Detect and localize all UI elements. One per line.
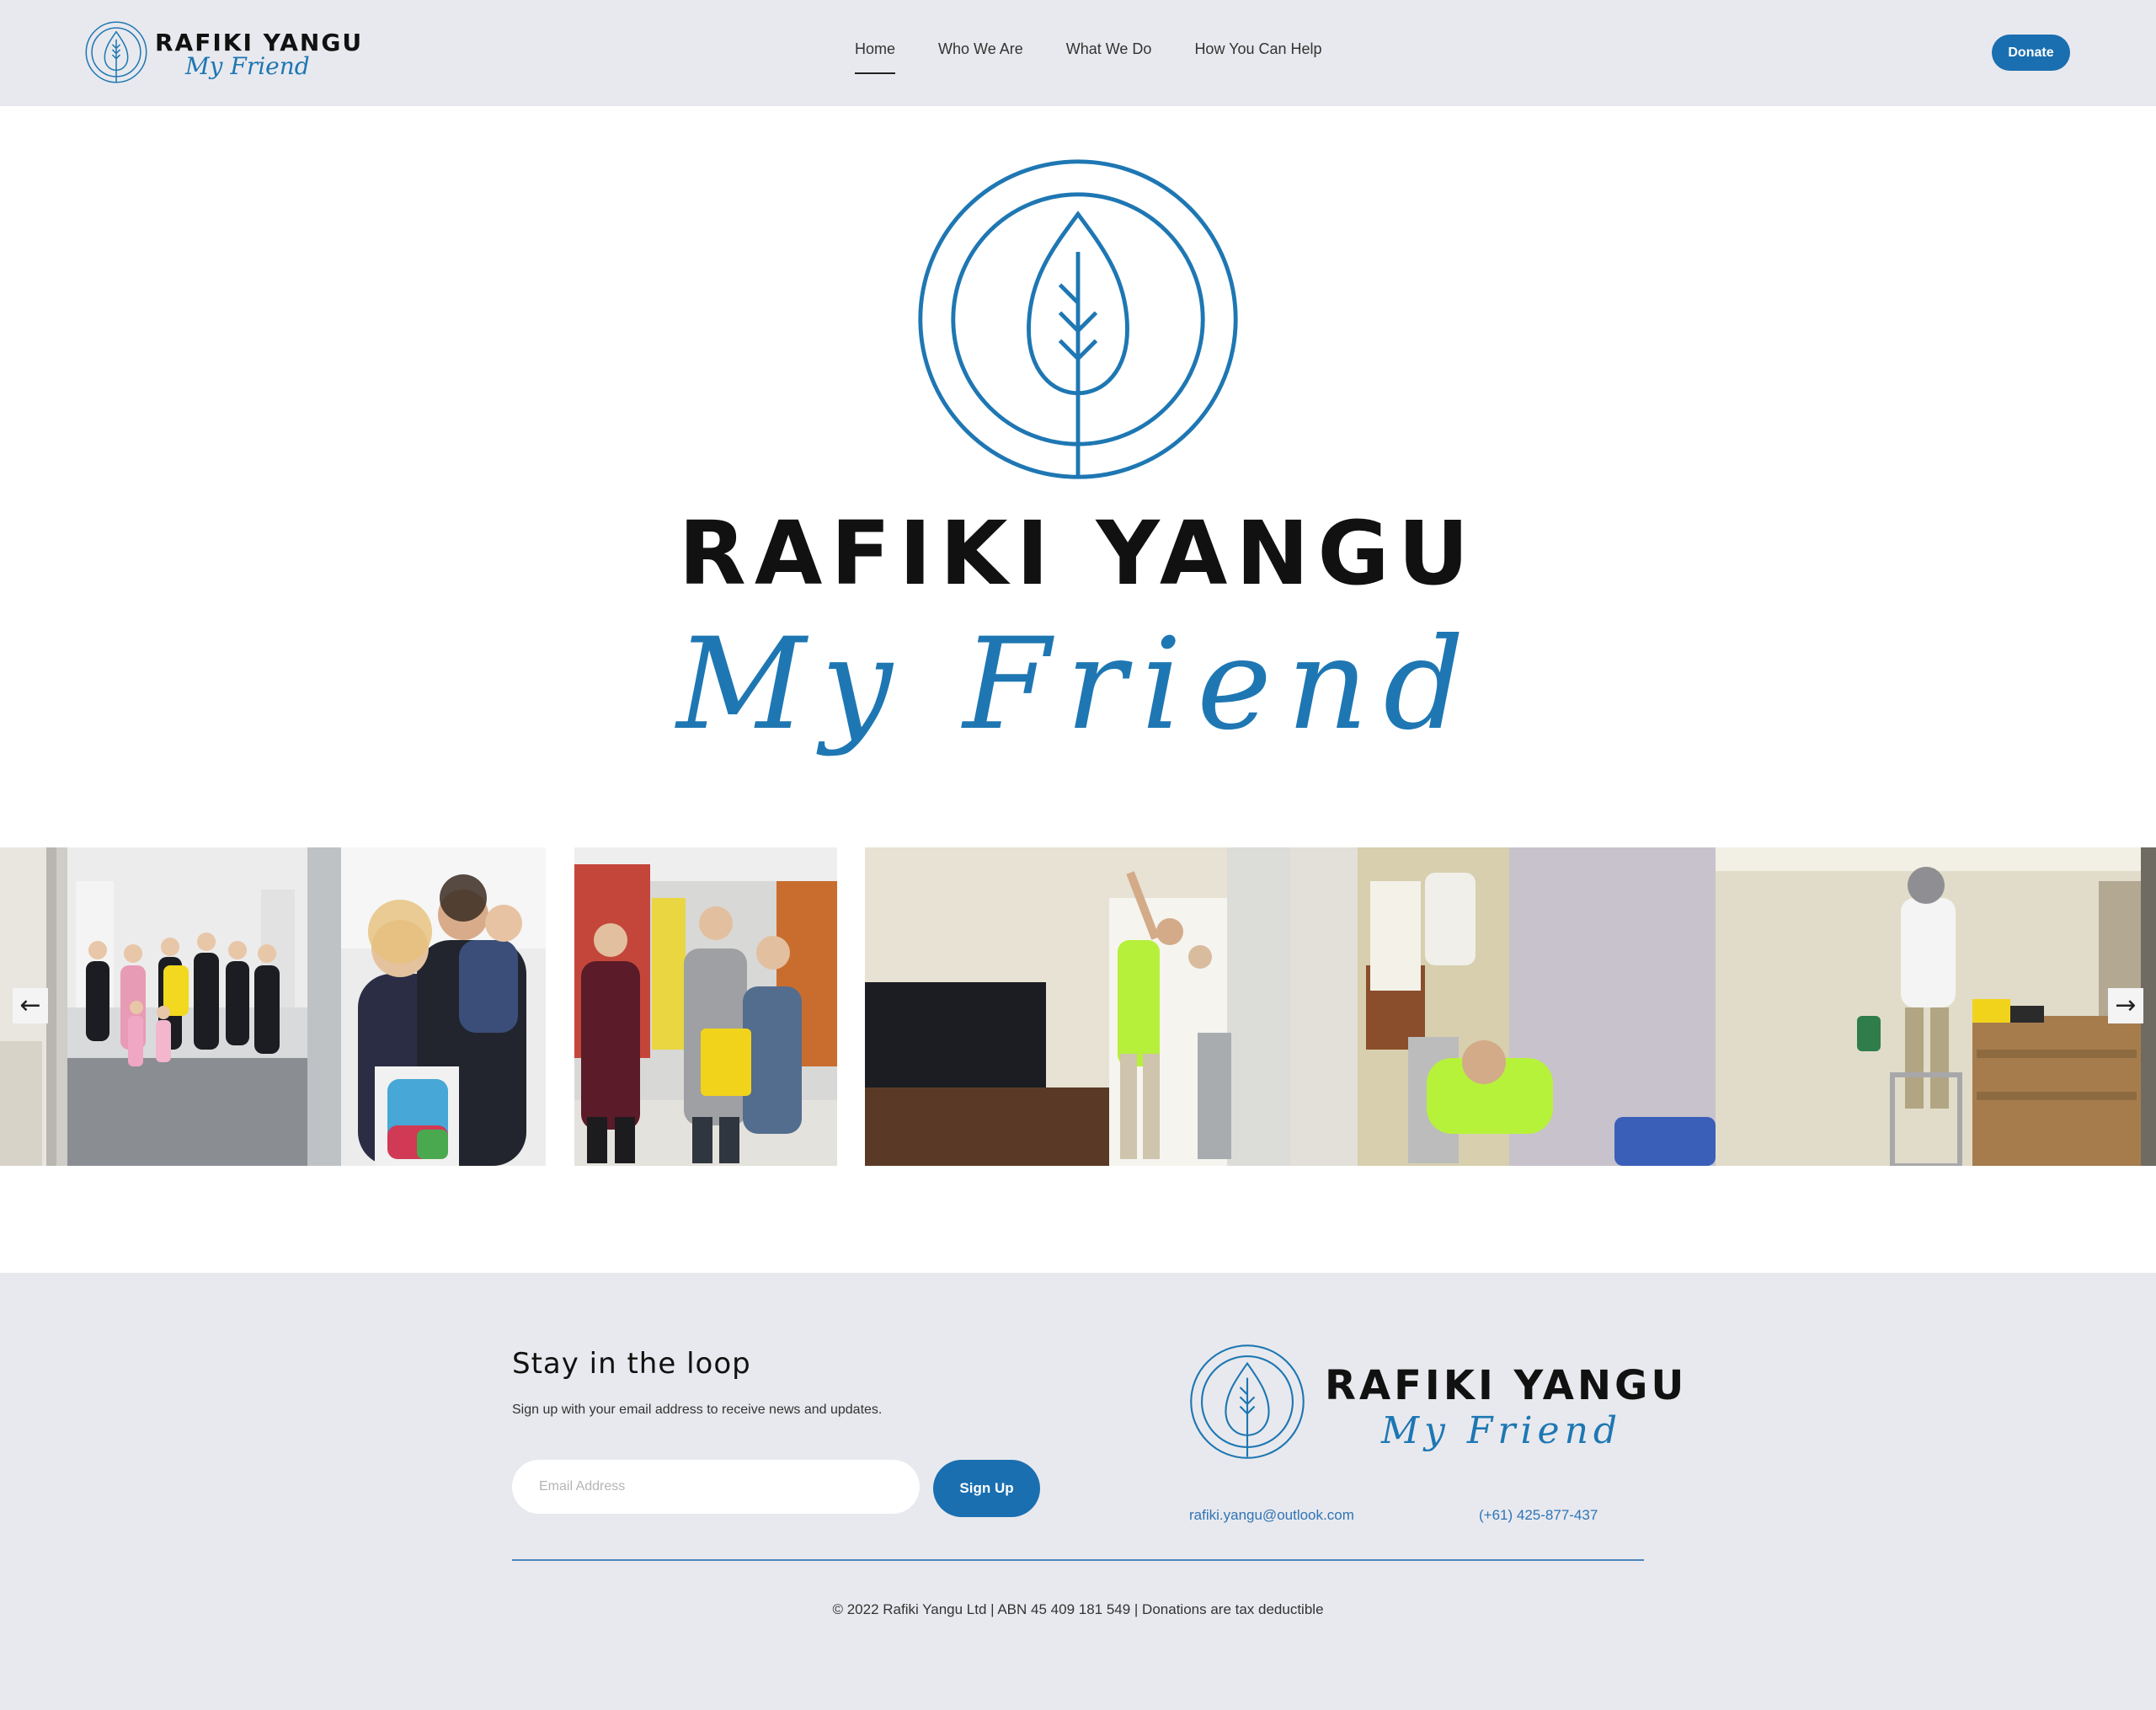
site-header: RAFIKI YANGU My Friend Home Who We Are W… — [0, 0, 2156, 106]
email-input[interactable] — [512, 1460, 920, 1514]
main-nav: Home Who We Are What We Do How You Can H… — [855, 40, 1365, 74]
nav-who-we-are[interactable]: Who We Are — [938, 40, 1023, 74]
hero-section: RAFIKI YANGU My Friend — [0, 106, 2156, 847]
signup-button[interactable]: Sign Up — [933, 1460, 1040, 1517]
hero-brand-text: RAFIKI YANGU — [678, 502, 1478, 605]
hero-script-text: My Friend — [676, 612, 1480, 758]
gallery-prev-arrow-icon[interactable]: ← — [13, 988, 48, 1023]
nav-what-we-do[interactable]: What We Do — [1066, 40, 1152, 74]
gallery-photo[interactable] — [865, 847, 1290, 1166]
nav-how-you-can-help[interactable]: How You Can Help — [1194, 40, 1321, 74]
photo-gallery — [0, 847, 2156, 1166]
newsletter-title: Stay in the loop — [512, 1347, 751, 1381]
footer-divider — [512, 1559, 1644, 1561]
leaf-logo-icon — [918, 159, 1238, 479]
contact-email-link[interactable]: rafiki.yangu@outlook.com — [1189, 1507, 1354, 1524]
newsletter-subtitle: Sign up with your email address to recei… — [512, 1403, 883, 1417]
leaf-logo-icon — [85, 21, 147, 83]
copyright-text: © 2022 Rafiki Yangu Ltd | ABN 45 409 181… — [832, 1601, 1324, 1617]
site-footer: Stay in the loop Sign up with your email… — [0, 1273, 2156, 1710]
leaf-logo-icon — [1190, 1344, 1305, 1459]
gallery-photo[interactable] — [1716, 847, 2141, 1166]
gallery-photo[interactable] — [67, 847, 307, 1166]
header-logo[interactable]: RAFIKI YANGU My Friend — [84, 20, 361, 84]
nav-home[interactable]: Home — [855, 40, 896, 74]
gallery-photo[interactable] — [1290, 847, 1716, 1166]
footer-logo-script: My Friend — [1381, 1409, 1623, 1452]
donate-button[interactable]: Donate — [1992, 35, 2070, 71]
footer-logo-brand: RAFIKI YANGU — [1325, 1362, 1688, 1409]
header-logo-script: My Friend — [185, 52, 310, 80]
contact-phone-link[interactable]: (+61) 425-877-437 — [1479, 1507, 1598, 1524]
footer-logo: RAFIKI YANGU My Friend — [1187, 1342, 1684, 1468]
gallery-photo[interactable] — [574, 847, 837, 1166]
gallery-next-arrow-icon[interactable]: → — [2108, 988, 2143, 1023]
gallery-photo[interactable] — [307, 847, 546, 1166]
